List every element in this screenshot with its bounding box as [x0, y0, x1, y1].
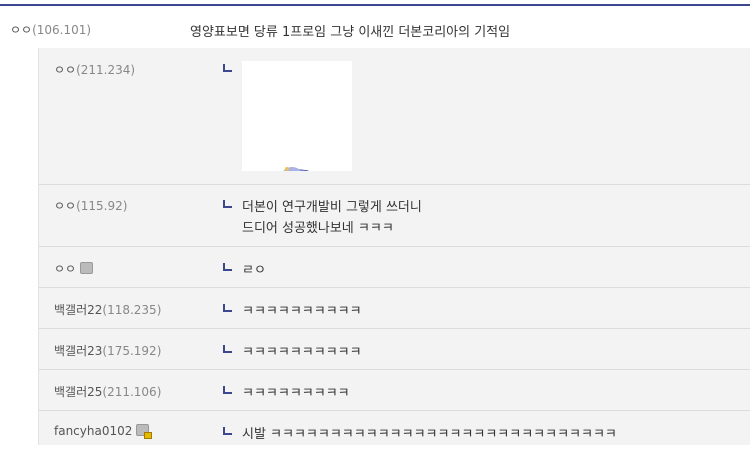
sticker-drawing: [283, 167, 309, 171]
reply-row: ㅇㅇ(115.92) 더본이 연구개발비 그렇게 쓰더니 드디어 성공했나보네 …: [39, 184, 750, 247]
reply-text: ㅋㅋㅋㅋㅋㅋㅋㅋㅋ: [242, 386, 350, 401]
reply-row: ㅇㅇ(211.234): [39, 48, 750, 185]
reply-list: ㅇㅇ(211.234) ㅇㅇ(115.92) 더본이 연구개발비 그렇게 쓰더니…: [38, 48, 750, 445]
reply-row: fancyha0102 시발 ㅋㅋㅋㅋㅋㅋㅋㅋㅋㅋㅋㅋㅋㅋㅋㅋㅋㅋㅋㅋㅋㅋㅋㅋㅋ…: [39, 411, 750, 451]
reply-text-line: 더본이 연구개발비 그렇게 쓰더니: [242, 200, 422, 215]
reply-text: ㅋㅋㅋㅋㅋㅋㅋㅋㅋㅋ: [242, 304, 362, 319]
reply-text: 시발 ㅋㅋㅋㅋㅋㅋㅋㅋㅋㅋㅋㅋㅋㅋㅋㅋㅋㅋㅋㅋㅋㅋㅋㅋㅋㅋㅋㅋㅋ: [242, 427, 617, 442]
reply-arrow-icon: [223, 345, 232, 353]
reply-text-line: 드디어 성공했나보네 ㅋㅋㅋ: [242, 221, 394, 236]
reply-author[interactable]: 백갤러23(175.192): [54, 342, 161, 359]
author-name[interactable]: 백갤러25: [54, 385, 102, 399]
author-ip: (118.235): [102, 303, 162, 317]
reply-row: 백갤러25(211.106) ㅋㅋㅋㅋㅋㅋㅋㅋㅋ: [39, 370, 750, 411]
reply-author[interactable]: ㅇㅇ: [54, 260, 94, 277]
reply-text: 더본이 연구개발비 그렇게 쓰더니 드디어 성공했나보네 ㅋㅋㅋ: [242, 197, 422, 239]
author-name[interactable]: ㅇㅇ: [54, 199, 76, 213]
author-ip: (115.92): [76, 199, 128, 213]
author-name[interactable]: 백갤러22: [54, 303, 102, 317]
reply-arrow-icon: [223, 64, 232, 72]
reply-author[interactable]: 백갤러25(211.106): [54, 383, 161, 400]
reply-row: ㅇㅇ ㄹㅇ: [39, 247, 750, 288]
author-name[interactable]: ㅇㅇ: [54, 63, 76, 77]
reply-arrow-icon: [223, 263, 232, 271]
reply-arrow-icon: [223, 386, 232, 394]
reply-arrow-icon: [223, 427, 232, 435]
reply-author[interactable]: fancyha0102: [54, 424, 153, 439]
reply-author[interactable]: ㅇㅇ(211.234): [54, 61, 135, 78]
main-comment: ㅇㅇ(106.101) 영양표보면 당류 1프로임 그냥 이새낀 더본코리아의 …: [0, 6, 750, 48]
reply-author[interactable]: ㅇㅇ(115.92): [54, 197, 127, 214]
author-name[interactable]: ㅇㅇ: [54, 262, 76, 276]
author-name[interactable]: 백갤러23: [54, 344, 102, 358]
author-name[interactable]: fancyha0102: [54, 424, 132, 438]
author-ip: (106.101): [32, 23, 92, 37]
memo-lock-icon: [136, 424, 153, 439]
reply-text: ㄹㅇ: [242, 263, 266, 278]
sticker-image: [242, 61, 352, 171]
author-ip: (211.106): [102, 385, 162, 399]
author-ip: (175.192): [102, 344, 162, 358]
reply-arrow-icon: [223, 304, 232, 312]
comment-author[interactable]: ㅇㅇ(106.101): [10, 21, 91, 38]
author-name[interactable]: ㅇㅇ: [10, 23, 32, 37]
reply-arrow-icon: [223, 200, 232, 208]
reply-text: ㅋㅋㅋㅋㅋㅋㅋㅋㅋㅋ: [242, 345, 362, 360]
reply-row: 백갤러22(118.235) ㅋㅋㅋㅋㅋㅋㅋㅋㅋㅋ: [39, 288, 750, 329]
author-ip: (211.234): [76, 63, 136, 77]
memo-icon: [80, 262, 94, 274]
comment-text: 영양표보면 당류 1프로임 그냥 이새낀 더본코리아의 기적임: [190, 25, 511, 40]
reply-author[interactable]: 백갤러22(118.235): [54, 301, 161, 318]
reply-row: 백갤러23(175.192) ㅋㅋㅋㅋㅋㅋㅋㅋㅋㅋ: [39, 329, 750, 370]
